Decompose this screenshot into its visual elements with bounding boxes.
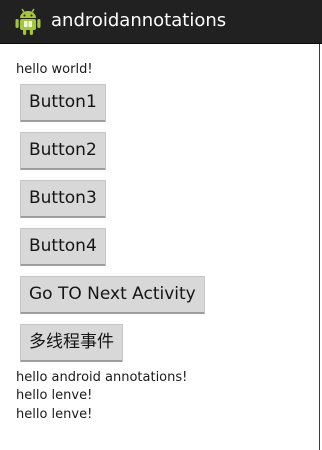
multithread-event-button[interactable]: 多线程事件 (20, 324, 123, 362)
message-text: hello android annotations! (16, 370, 188, 385)
next-activity-button[interactable]: Go TO Next Activity (20, 276, 205, 314)
button2[interactable]: Button2 (20, 132, 106, 170)
app-title: androidannotations (51, 10, 227, 31)
greeting-text: hello world! (16, 62, 93, 77)
message-text: hello lenve! (16, 407, 93, 422)
action-bar: androidannotations (0, 0, 322, 44)
android-robot-icon[interactable] (14, 7, 42, 37)
message-text: hello lenve! (16, 388, 93, 403)
button1[interactable]: Button1 (20, 84, 106, 122)
button4[interactable]: Button4 (20, 228, 106, 266)
window-edge-divider (319, 44, 320, 450)
button3[interactable]: Button3 (20, 180, 106, 218)
